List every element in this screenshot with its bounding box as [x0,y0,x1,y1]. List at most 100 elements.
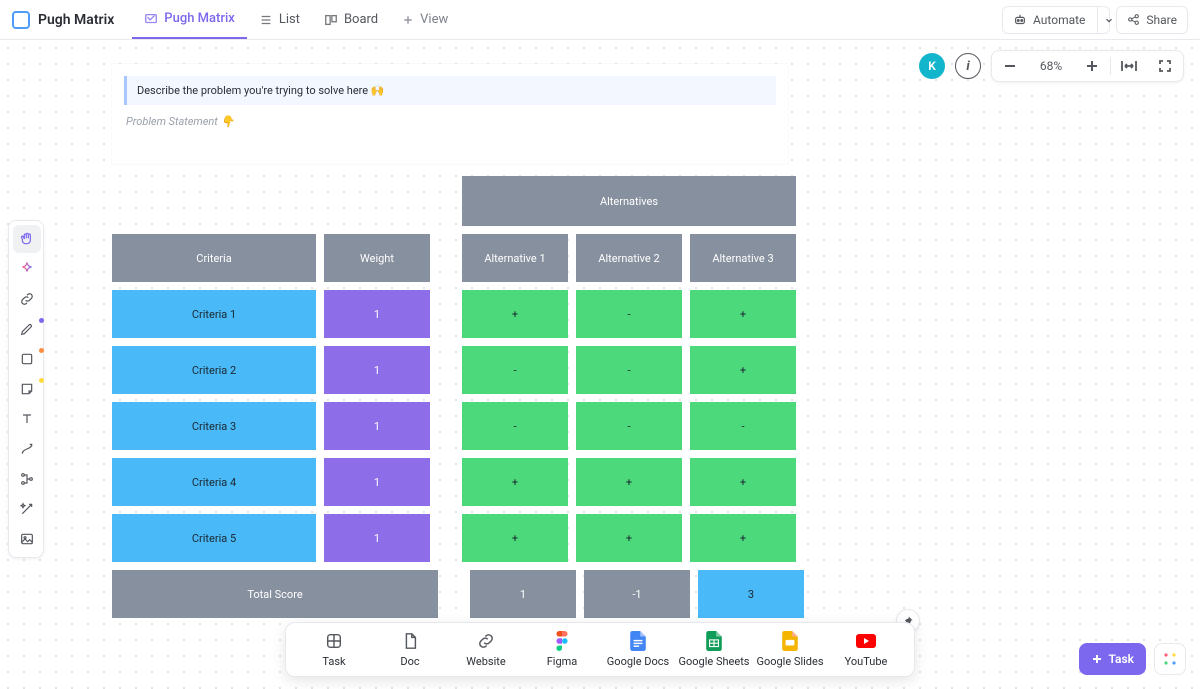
insert-google-docs[interactable]: Google Docs [602,631,674,668]
list-icon [259,13,273,27]
share-icon [1127,13,1140,26]
tool-ai[interactable] [13,255,41,283]
insert-item-label: Task [322,655,345,668]
weight-cell[interactable]: 1 [324,402,430,450]
value-cell[interactable]: + [576,458,682,506]
tool-diagram[interactable] [13,465,41,493]
insert-item-label: Website [466,655,505,668]
criteria-header[interactable]: Criteria [112,234,316,282]
task-button-label: Task [1109,652,1135,666]
tool-connector[interactable] [13,435,41,463]
insert-google-sheets[interactable]: Google Sheets [678,631,750,668]
insert-website[interactable]: Website [450,631,522,668]
total-cell-highlight[interactable]: 3 [698,570,804,618]
value-cell[interactable]: - [576,346,682,394]
fit-width-button[interactable] [1111,50,1147,82]
pugh-matrix: Alternatives Criteria Weight Alternative… [112,176,804,626]
user-avatar[interactable]: K [919,53,945,79]
tab-add-view[interactable]: View [390,0,460,39]
insert-google-slides[interactable]: Google Slides [754,631,826,668]
tool-image[interactable] [13,525,41,553]
google-sheets-icon [704,631,724,651]
insert-task[interactable]: Task [298,631,370,668]
alt-col-header[interactable]: Alternative 3 [690,234,796,282]
zoom-value: 68% [1028,59,1074,73]
apps-button[interactable] [1154,643,1186,675]
weight-cell[interactable]: 1 [324,514,430,562]
insert-item-label: YouTube [845,655,888,668]
total-cell[interactable]: -1 [584,570,690,618]
criteria-cell[interactable]: Criteria 4 [112,458,316,506]
problem-prompt: Describe the problem you're trying to so… [124,76,776,105]
alternatives-header[interactable]: Alternatives [462,176,796,226]
alt-col-header[interactable]: Alternative 2 [576,234,682,282]
tab-whiteboard[interactable]: Pugh Matrix [132,0,247,39]
value-cell[interactable]: + [690,458,796,506]
view-tabs: Pugh Matrix List Board View [132,0,460,39]
value-cell[interactable]: + [462,514,568,562]
automate-button[interactable]: Automate [1002,6,1110,34]
tool-link[interactable] [13,285,41,313]
create-task-button[interactable]: Task [1079,643,1147,675]
automate-label: Automate [1033,13,1085,27]
left-toolbar [8,220,44,558]
weight-cell[interactable]: 1 [324,290,430,338]
value-cell[interactable]: + [690,290,796,338]
fullscreen-button[interactable] [1147,50,1183,82]
value-cell[interactable]: - [462,402,568,450]
top-bar: Pugh Matrix Pugh Matrix List Board View [0,0,1200,40]
value-cell[interactable]: - [690,402,796,450]
alt-col-header[interactable]: Alternative 1 [462,234,568,282]
avatar-letter: K [928,59,936,73]
value-cell[interactable]: + [690,346,796,394]
total-cell[interactable]: 1 [470,570,576,618]
insert-doc[interactable]: Doc [374,631,446,668]
insert-item-label: Figma [547,655,578,668]
value-cell[interactable]: + [462,458,568,506]
task-icon [324,631,344,651]
tool-sticky[interactable] [13,375,41,403]
problem-statement-label: Problem Statement 👇 [112,111,788,164]
tool-text[interactable] [13,405,41,433]
youtube-icon [856,631,876,651]
board-icon [324,13,338,27]
total-score-label[interactable]: Total Score [112,570,438,618]
google-docs-icon [628,631,648,651]
value-cell[interactable]: + [690,514,796,562]
google-slides-icon [780,631,800,651]
weight-cell[interactable]: 1 [324,458,430,506]
zoom-controls: 68% [991,50,1184,82]
tool-magic[interactable] [13,495,41,523]
info-button[interactable]: i [955,53,981,79]
criteria-cell[interactable]: Criteria 3 [112,402,316,450]
tab-label: View [420,12,448,27]
value-cell[interactable]: - [576,402,682,450]
tool-shape[interactable] [13,345,41,373]
value-cell[interactable]: + [576,514,682,562]
figma-icon [552,631,572,651]
zoom-in-button[interactable] [1074,50,1110,82]
share-label: Share [1146,13,1177,27]
tool-pen[interactable] [13,315,41,343]
tab-board[interactable]: Board [312,0,390,39]
website-icon [476,631,496,651]
weight-header[interactable]: Weight [324,234,430,282]
insert-youtube[interactable]: YouTube [830,631,902,668]
tab-list[interactable]: List [247,0,312,39]
value-cell[interactable]: - [576,290,682,338]
criteria-cell[interactable]: Criteria 5 [112,514,316,562]
share-button[interactable]: Share [1116,6,1188,34]
criteria-cell[interactable]: Criteria 1 [112,290,316,338]
value-cell[interactable]: + [462,290,568,338]
plus-icon [402,14,414,26]
tool-hand[interactable] [13,225,41,253]
problem-statement-card[interactable]: Describe the problem you're trying to so… [112,64,788,164]
whiteboard-canvas[interactable]: K i 68% Describe the problem you're tryi… [0,40,1200,689]
insert-toolbar: Task Doc Website Figma Google Docs Google She… [285,622,915,677]
insert-item-label: Google Sheets [679,655,750,668]
weight-cell[interactable]: 1 [324,346,430,394]
criteria-cell[interactable]: Criteria 2 [112,346,316,394]
insert-figma[interactable]: Figma [526,631,598,668]
zoom-out-button[interactable] [992,50,1028,82]
value-cell[interactable]: - [462,346,568,394]
